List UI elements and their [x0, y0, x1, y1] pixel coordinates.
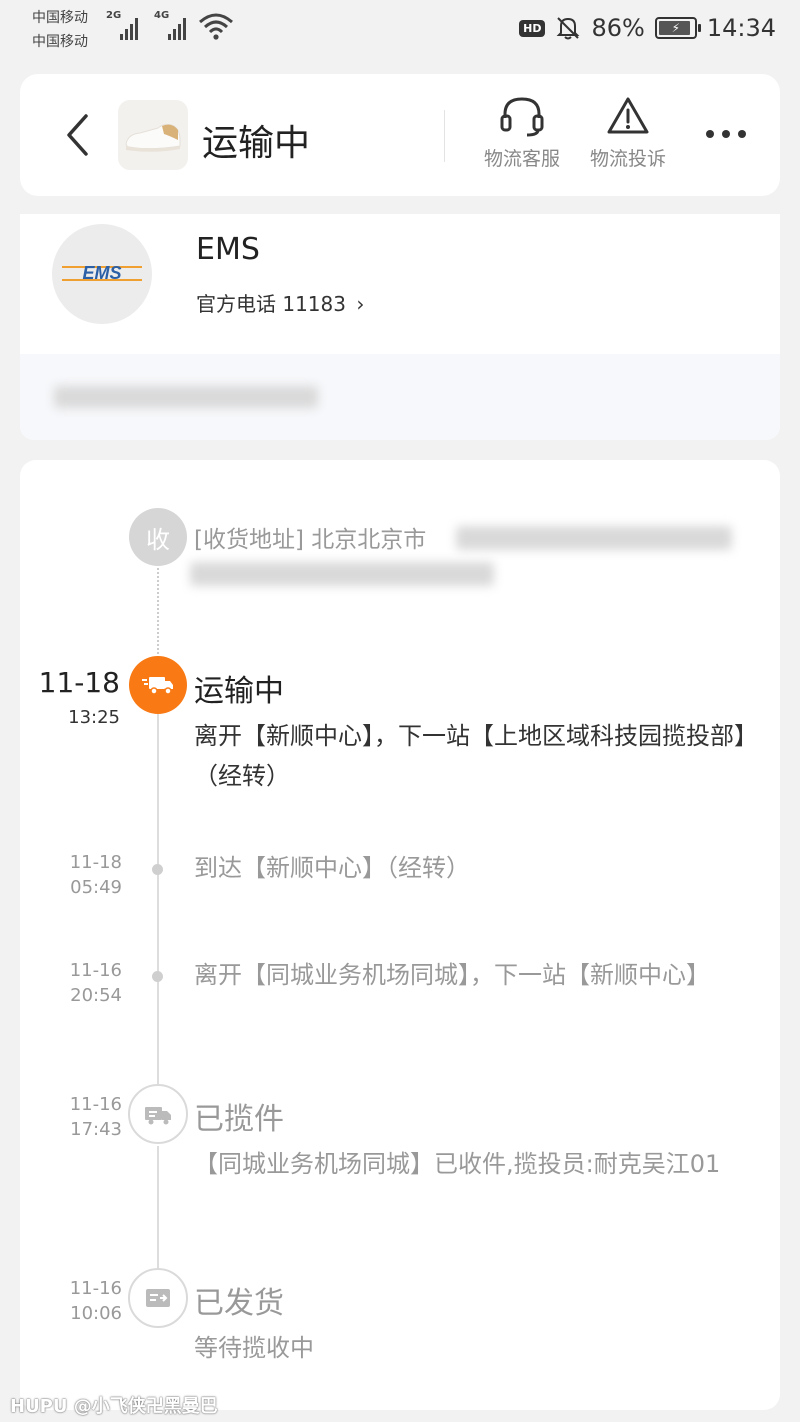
page-title: 运输中: [202, 123, 311, 164]
event-detail: 【同城业务机场同城】已收件,揽投员:耐克吴江01: [194, 1150, 721, 1178]
battery-icon: ⚡: [654, 17, 701, 39]
timeline-event: 运输中 离开【新顺中心】，下一站【上地区域科技园揽投部】（经转）: [194, 666, 754, 796]
battery-percent: 86%: [591, 14, 645, 42]
clock: 14:34: [706, 14, 776, 42]
headset-icon: [500, 97, 544, 137]
status-node-shipped: [128, 1268, 188, 1328]
truck-icon: [142, 677, 173, 695]
shipped-icon: [146, 1289, 170, 1307]
header-card: 运输中 物流客服 物流投诉: [20, 74, 780, 196]
timeline-dot: [152, 971, 163, 982]
timeline-connector: [157, 1146, 159, 1270]
hd-icon: HD: [519, 19, 546, 37]
chevron-right-icon: ›: [356, 292, 365, 316]
timeline-connector-dashed: [157, 564, 159, 658]
event-detail: 离开【新顺中心】，下一站【上地区域科技园揽投部】（经转）: [194, 722, 746, 790]
timeline-event: 已发货 等待揽收中: [194, 1278, 754, 1368]
event-time: 20:54: [70, 985, 122, 1006]
timeline-event: 到达【新顺中心】（经转）: [194, 848, 754, 888]
status-node-picked-up: [128, 1084, 188, 1144]
event-date: 11-18 05:49: [22, 852, 122, 898]
network-type-2: 4G: [154, 10, 170, 21]
timeline-event: 已揽件 【同城业务机场同城】已收件,揽投员:耐克吴江01: [194, 1094, 754, 1184]
event-day: 11-18: [38, 666, 120, 699]
status-right: HD 86% ⚡ 14:34: [519, 8, 776, 48]
divider: [444, 110, 445, 162]
courier-card: EMS EMS 官方电话 11183 ›: [20, 214, 780, 440]
blurred-address: [190, 562, 494, 586]
mute-bell-icon: [557, 17, 580, 40]
event-date: 11-16 10:06: [22, 1278, 122, 1324]
address-node: 收: [129, 508, 187, 566]
logistics-complaint-button[interactable]: 物流投诉: [578, 94, 678, 171]
event-date: 11-18 13:25: [20, 666, 120, 728]
courier-phone-link[interactable]: 官方电话 11183 ›: [196, 288, 364, 317]
network-type-1: 2G: [106, 10, 122, 21]
back-arrow-icon[interactable]: [64, 112, 92, 158]
event-day: 11-16: [69, 960, 122, 981]
pickup-icon: [145, 1107, 171, 1125]
carrier-2: 中国移动: [32, 34, 88, 50]
carrier-labels: 中国移动 中国移动: [32, 6, 88, 54]
status-bar: 中国移动 中国移动 2G 4G HD 86% ⚡ 14:34: [0, 0, 800, 60]
event-detail: 等待揽收中: [194, 1334, 314, 1362]
event-status: 已发货: [194, 1286, 284, 1321]
event-day: 11-18: [69, 852, 122, 873]
logistics-service-button[interactable]: 物流客服: [472, 94, 572, 171]
warning-icon: [607, 97, 649, 134]
event-date: 11-16 20:54: [22, 960, 122, 1006]
svg-text:EMS: EMS: [82, 263, 121, 283]
logistics-complaint-label: 物流投诉: [589, 148, 666, 170]
timeline-dot: [152, 864, 163, 875]
event-status: 已揽件: [194, 1102, 284, 1137]
event-detail: 到达【新顺中心】（经转）: [194, 854, 470, 882]
event-status: 运输中: [194, 674, 284, 709]
carrier-1: 中国移动: [32, 10, 88, 26]
timeline-connector: [157, 712, 159, 1084]
wifi-icon: [199, 13, 233, 40]
timeline-event: 离开【同城业务机场同城】，下一站【新顺中心】: [194, 955, 754, 995]
event-time: 13:25: [68, 707, 120, 728]
courier-name: EMS: [196, 232, 260, 267]
logistics-service-label: 物流客服: [483, 148, 560, 170]
event-time: 17:43: [70, 1119, 122, 1140]
event-detail: 离开【同城业务机场同城】，下一站【新顺中心】: [194, 961, 710, 989]
event-day: 11-16: [69, 1094, 122, 1115]
event-time: 05:49: [70, 877, 122, 898]
product-thumbnail[interactable]: [118, 100, 188, 170]
blurred-address: [456, 526, 732, 550]
watermark: HUPU @小飞侠卍黑曼巴: [10, 1396, 218, 1417]
sneaker-icon: [125, 123, 181, 152]
status-node-in-transit: [129, 656, 187, 714]
ems-logo-icon: EMS: [62, 263, 142, 283]
more-icon[interactable]: [706, 130, 746, 142]
courier-logo: EMS: [52, 224, 152, 324]
courier-phone: 官方电话 11183: [196, 292, 346, 316]
event-time: 10:06: [70, 1303, 122, 1324]
event-date: 11-16 17:43: [22, 1094, 122, 1140]
blurred-tracking-number: [54, 386, 318, 408]
event-day: 11-16: [69, 1278, 122, 1299]
tracking-timeline-card: 收 [收货地址] 北京北京市 11-18 13:25 运输中 离开【新顺中心】，…: [20, 460, 780, 1410]
